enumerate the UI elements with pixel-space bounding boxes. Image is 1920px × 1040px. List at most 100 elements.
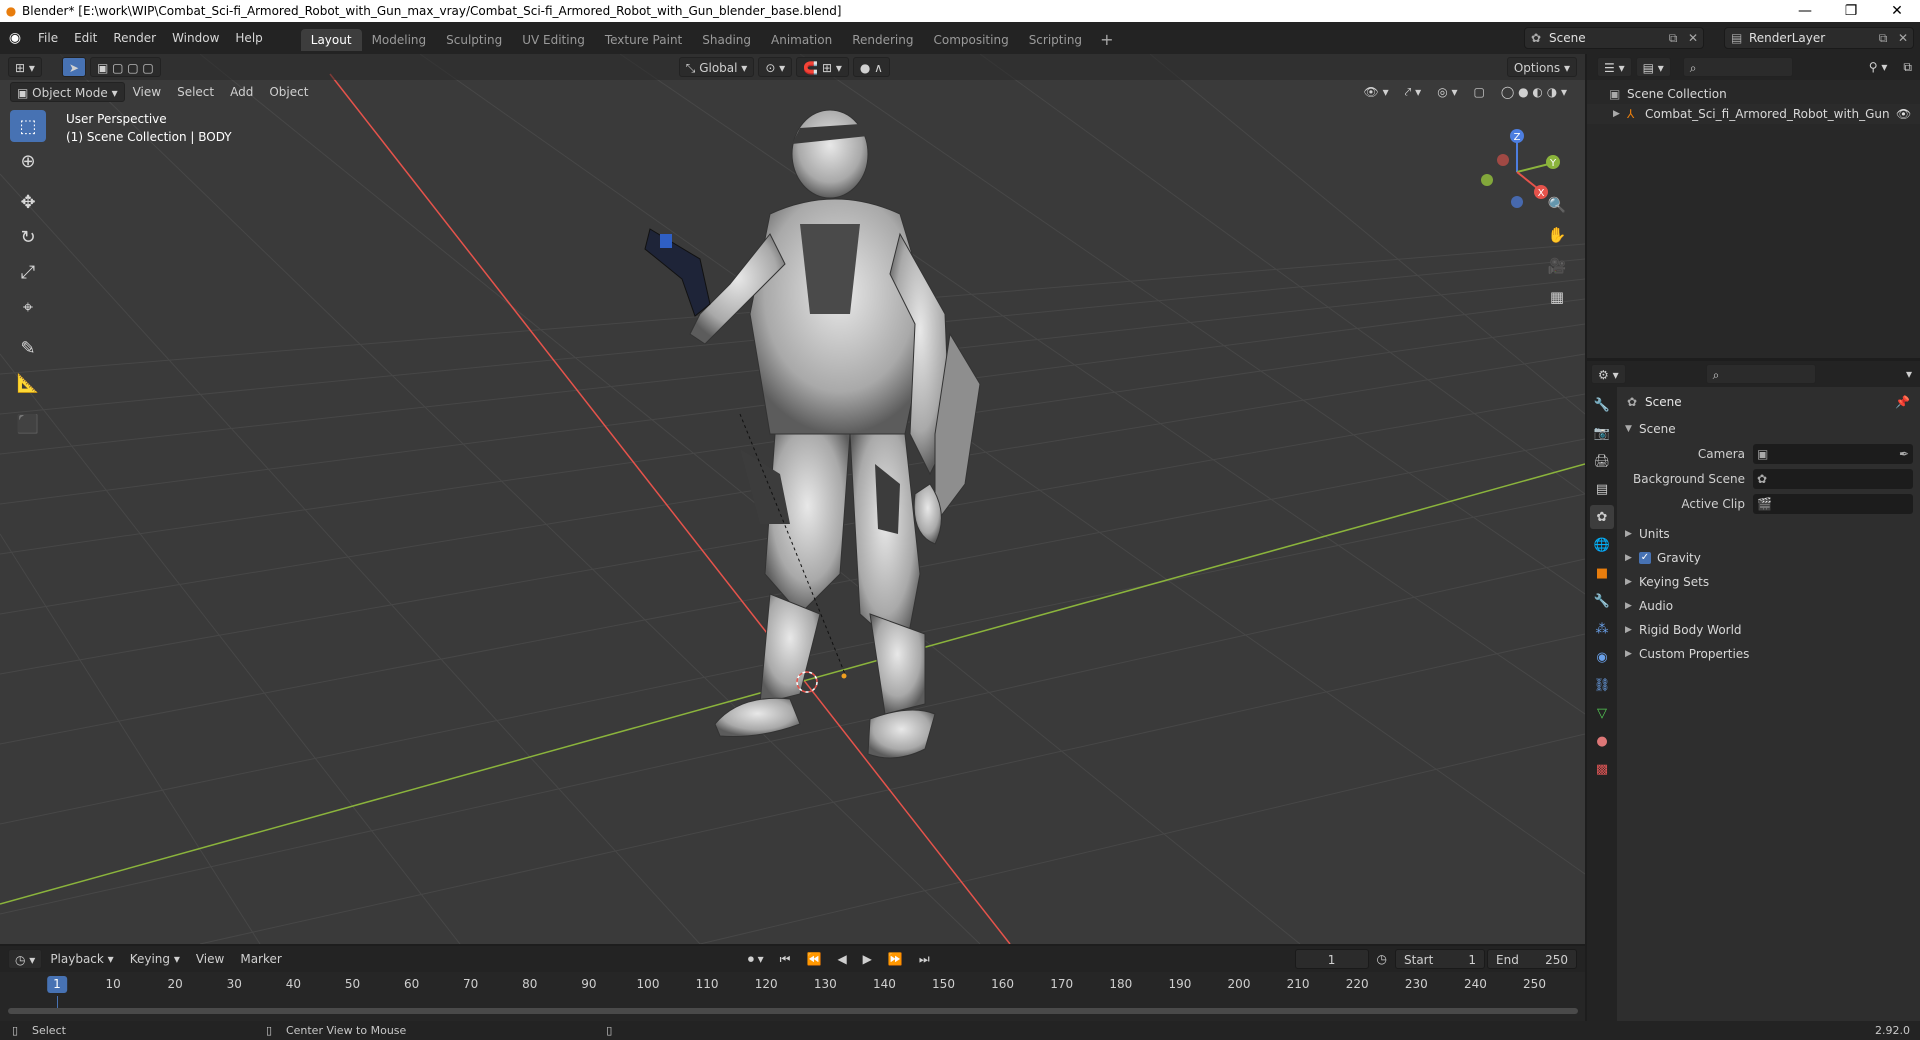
viewport-menu-view[interactable]: View [125,82,169,102]
gravity-checkbox[interactable]: ✓ [1639,552,1651,564]
material-tab-icon[interactable]: ● [1590,729,1614,753]
tab-sculpting[interactable]: Sculpting [436,29,512,51]
select-box-tool-icon[interactable]: ⬚ [10,110,46,142]
scale-tool-icon[interactable]: ⤢ [10,256,46,288]
visibility-icon[interactable]: 👁 ▾ [1356,82,1397,102]
camera-field[interactable]: ▣ ✒ [1753,443,1913,464]
start-frame-field[interactable]: Start 1 [1395,949,1485,969]
expand-arrow-icon[interactable]: ▶ [1613,109,1627,119]
robot-model[interactable] [644,109,981,759]
gizmo-toggle-icon[interactable]: ⤤ ▾ [1397,82,1430,102]
options-dropdown[interactable]: Options ▾ [1506,57,1577,77]
new-scene-icon[interactable]: ⧉ [1663,31,1683,46]
properties-editor-type[interactable]: ⚙ ▾ [1591,364,1626,384]
play-icon[interactable]: ▶ [855,949,880,969]
add-workspace-button[interactable]: + [1092,29,1121,51]
new-collection-icon[interactable]: ⧉ [1895,57,1920,77]
camera-view-icon[interactable]: 🎥 [1543,253,1571,279]
end-frame-field[interactable]: End 250 [1487,949,1577,969]
menu-window[interactable]: Window [164,26,227,50]
tab-texture-paint[interactable]: Texture Paint [595,29,692,51]
tab-animation[interactable]: Animation [761,29,842,51]
tab-scripting[interactable]: Scripting [1019,29,1092,51]
panel-scene-header[interactable]: ▼ Scene [1617,417,1920,441]
outliner-row-robot[interactable]: ▶ ⅄ Combat_Sci_fi_Armored_Robot_with_Gun… [1587,104,1920,124]
active-clip-field[interactable]: 🎬 [1753,493,1913,514]
outliner-editor-type[interactable]: ☰ ▾ [1597,57,1632,77]
playhead-indicator[interactable]: 1 [47,976,67,993]
measure-tool-icon[interactable]: 📐 [10,367,46,399]
menu-edit[interactable]: Edit [66,26,105,50]
properties-search-input[interactable]: ⌕ [1705,364,1816,384]
tab-layout[interactable]: Layout [300,29,362,51]
auto-keying-icon[interactable]: ⏺ ▾ [740,949,772,969]
tab-rendering[interactable]: Rendering [842,29,923,51]
select-tool-button[interactable]: ➤ [61,57,86,77]
transform-orientation-dropdown[interactable]: ⤡ Global ▾ [678,57,755,77]
play-reverse-icon[interactable]: ◀ [829,949,854,969]
render-tab-icon[interactable]: 📷 [1590,421,1614,445]
visibility-eye-icon[interactable]: 👁 [1896,107,1920,121]
properties-options-icon[interactable]: ▾ [1898,364,1920,384]
particles-tab-icon[interactable]: ⁂ [1590,617,1614,641]
snap-toggle[interactable]: 🧲 ⊞ ▾ [796,57,849,77]
rotate-tool-icon[interactable]: ↻ [10,221,46,253]
scene-selector[interactable]: ✿ Scene ⧉ ✕ [1524,27,1704,49]
scene-tab-icon[interactable]: ✿ [1590,505,1614,529]
panel-keying-sets-header[interactable]: ▶ Keying Sets [1617,570,1920,594]
annotate-tool-icon[interactable]: ✎ [10,332,46,364]
physics-tab-icon[interactable]: ◉ [1590,645,1614,669]
panel-rigid-body-world-header[interactable]: ▶ Rigid Body World [1617,618,1920,642]
pan-view-icon[interactable]: ✋ [1543,222,1571,248]
cursor-tool-icon[interactable]: ⊕ [10,145,46,177]
current-frame-field[interactable]: 1 [1294,949,1369,969]
pivot-point-dropdown[interactable]: ⊙ ▾ [758,57,793,77]
prev-keyframe-icon[interactable]: ⏪ [798,949,829,969]
panel-custom-properties-header[interactable]: ▶ Custom Properties [1617,642,1920,666]
restore-button[interactable]: ❐ [1828,0,1874,22]
viewport-menu-object[interactable]: Object [261,82,316,102]
timeline-menu-view[interactable]: View [188,949,232,969]
object-origin[interactable] [841,673,847,679]
blender-menu-icon[interactable]: ◉ [0,30,30,46]
orthographic-toggle-icon[interactable]: ▦ [1543,284,1571,310]
close-button[interactable]: ✕ [1874,0,1920,22]
outliner-row-scene-collection[interactable]: ▣ Scene Collection [1587,84,1920,104]
timeline-scrollbar[interactable] [8,1008,1578,1014]
overlay-toggle-icon[interactable]: ◎ ▾ [1429,82,1465,102]
panel-audio-header[interactable]: ▶ Audio [1617,594,1920,618]
xray-toggle-icon[interactable]: ▢ [1466,82,1493,102]
tab-modeling[interactable]: Modeling [362,29,437,51]
filter-icon[interactable]: ⚲ ▾ [1861,57,1896,77]
menu-help[interactable]: Help [227,26,270,50]
select-box-mode[interactable]: ▣ ▢ ▢ ▢ [89,57,161,77]
pin-icon[interactable]: 📌 [1895,395,1910,409]
timeline-editor-type[interactable]: ◷ ▾ [8,949,43,969]
zoom-view-icon[interactable]: 🔍 [1543,192,1571,218]
data-tab-icon[interactable]: ▽ [1590,701,1614,725]
eyedropper-icon[interactable]: ✒ [1899,447,1909,461]
move-tool-icon[interactable]: ✥ [10,186,46,218]
tab-uv-editing[interactable]: UV Editing [512,29,595,51]
tool-tab-icon[interactable]: 🔧 [1590,393,1614,417]
timeline-menu-keying[interactable]: Keying ▾ [122,949,188,969]
timeline-ruler[interactable]: 1 10 20 30 40 50 60 70 80 90 100 110 120 130 140 150 16… [0,973,1585,995]
next-keyframe-icon[interactable]: ⏩ [880,949,911,969]
3d-viewport[interactable]: ⊞ ▾ ➤ ▣ ▢ ▢ ▢ ⤡ Global ▾ ⊙ ▾ 🧲 ⊞ ▾ ● ∧ O… [0,54,1585,944]
transform-tool-icon[interactable]: ⌖ [10,291,46,323]
timeline-menu-playback[interactable]: Playback ▾ [42,949,121,969]
editor-type-button[interactable]: ⊞ ▾ [8,57,42,77]
minimize-button[interactable]: — [1782,0,1828,22]
modifier-tab-icon[interactable]: 🔧 [1590,589,1614,613]
proportional-editing-toggle[interactable]: ● ∧ [852,57,890,77]
object-tab-icon[interactable]: ■ [1590,561,1614,585]
add-cube-tool-icon[interactable]: ⬛ [10,408,46,440]
outliner-display-mode[interactable]: ▤ ▾ [1635,57,1671,77]
new-layer-icon[interactable]: ⧉ [1873,31,1893,46]
outliner-search-input[interactable]: ⌕ [1682,57,1793,77]
shading-modes-icon[interactable]: ◯ ● ◐ ◑ ▾ [1493,82,1575,102]
background-scene-field[interactable]: ✿ [1753,468,1913,489]
tab-compositing[interactable]: Compositing [923,29,1018,51]
menu-file[interactable]: File [30,26,66,50]
jump-start-icon[interactable]: ⏮ [772,949,799,969]
